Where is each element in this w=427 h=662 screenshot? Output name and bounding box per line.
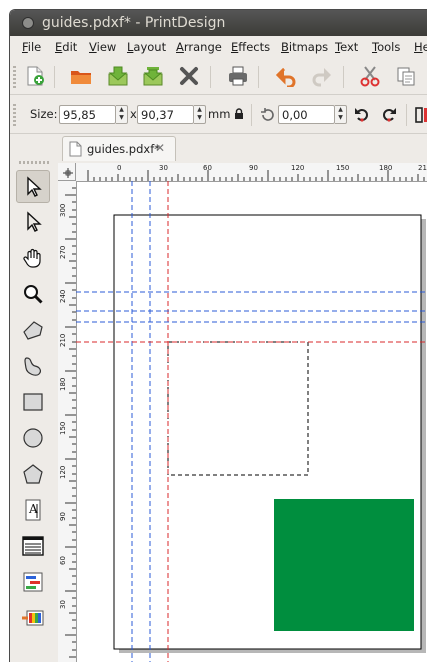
menu-arrange[interactable]: Arrange [176, 40, 222, 54]
ruler-h-label: 150 [336, 164, 350, 172]
width-field[interactable]: 95,85 [59, 105, 116, 124]
polygon-tool-icon[interactable] [16, 457, 50, 490]
ruler-h-label: 0 [117, 164, 122, 172]
ruler-h-label: 180 [379, 164, 393, 172]
ruler-v-label: 300 [59, 203, 67, 217]
close-doc-icon[interactable] [175, 62, 203, 90]
bezier-tool-icon[interactable] [16, 349, 50, 382]
drawing-canvas[interactable] [76, 181, 427, 662]
menu-effects[interactable]: Effects [231, 40, 270, 54]
menu-bar: File Edit View Layout Arrange Effects Bi… [10, 36, 427, 58]
green-rectangle[interactable] [274, 499, 414, 631]
pan-tool-icon[interactable] [16, 241, 50, 274]
toolbar-grip[interactable] [13, 66, 16, 88]
menu-tools[interactable]: Tools [372, 40, 400, 54]
fill-tool-icon[interactable] [16, 601, 50, 634]
tab-guides-document[interactable]: guides.pdxf* ✕ [62, 136, 176, 161]
ruler-v-label: 180 [59, 377, 67, 391]
tool-palette: A [10, 159, 58, 662]
undo-icon[interactable] [273, 62, 301, 90]
ruler-h-label: 60 [203, 164, 212, 172]
menu-bitmaps[interactable]: Bitmaps [281, 40, 328, 54]
size-label: Size: [30, 107, 58, 121]
gradient-tool-icon[interactable] [16, 565, 50, 598]
redo-icon[interactable] [307, 62, 335, 90]
ruler-h-label: 30 [159, 164, 168, 172]
rotate-angle-icon [260, 107, 276, 126]
width-spinner[interactable]: ▲ ▼ [116, 105, 128, 124]
text-tool-icon[interactable]: A [16, 493, 50, 526]
tab-label: guides.pdxf* [87, 142, 161, 156]
ellipse-tool-icon[interactable] [16, 421, 50, 454]
ruler-v-label: 120 [59, 465, 67, 479]
propbar-grip[interactable] [13, 104, 16, 126]
copy-icon[interactable] [392, 62, 420, 90]
rotate-right-icon[interactable] [380, 106, 398, 127]
ruler-corner[interactable] [58, 163, 76, 181]
close-tab-icon[interactable]: ✕ [155, 141, 165, 155]
ruler-v-label: 90 [59, 512, 67, 521]
node-tool-icon[interactable] [16, 205, 50, 238]
menu-edit[interactable]: Edit [55, 40, 77, 54]
open-folder-icon[interactable] [67, 62, 95, 90]
property-bar: Size: 95,85 ▲ ▼ x 90,37 ▲ ▼ mm 0,00 ▲ ▼ [10, 95, 427, 134]
rectangle-tool-icon[interactable] [16, 385, 50, 418]
ruler-v-label: 210 [59, 333, 67, 347]
title-bar: guides.pdxf* - PrintDesign [10, 10, 427, 36]
document-tab-strip: guides.pdxf* ✕ [58, 135, 427, 163]
ruler-v-label: 150 [59, 421, 67, 435]
document-icon [69, 141, 82, 160]
ruler-v-label: 60 [59, 556, 67, 565]
ruler-h-label: 90 [249, 164, 258, 172]
main-toolbar [10, 58, 427, 95]
menu-help[interactable]: Help [414, 40, 427, 54]
save-as-icon[interactable] [139, 62, 167, 90]
table-tool-icon[interactable] [16, 529, 50, 562]
lock-icon[interactable] [234, 108, 244, 123]
print-icon[interactable] [224, 62, 252, 90]
height-spinner[interactable]: ▲ ▼ [194, 105, 206, 124]
times-label: x [130, 107, 137, 121]
new-document-icon[interactable] [21, 62, 49, 90]
ruler-v-label: 270 [59, 245, 67, 259]
mirror-horizontal-icon[interactable] [415, 106, 427, 127]
height-field[interactable]: 90,37 [137, 105, 194, 124]
ruler-v-label: 240 [59, 289, 67, 303]
canvas-area[interactable]: 0 30 60 90 120 150 180 210 300 270 240 2… [58, 163, 427, 662]
window-title: guides.pdxf* - PrintDesign [42, 15, 226, 31]
ruler-h-label: 210 [418, 164, 427, 172]
window-menu-icon[interactable] [22, 17, 34, 29]
ruler-h-label: 120 [291, 164, 305, 172]
angle-spinner[interactable]: ▲ ▼ [335, 105, 347, 124]
cut-icon[interactable] [356, 62, 384, 90]
app-window: guides.pdxf* - PrintDesign File Edit Vie… [9, 9, 427, 662]
unit-label: mm [208, 107, 231, 121]
polyline-tool-icon[interactable] [16, 313, 50, 346]
ruler-v-label: 30 [59, 600, 67, 609]
menu-file[interactable]: File [22, 40, 41, 54]
menu-layout[interactable]: Layout [127, 40, 166, 54]
selection-tool-icon[interactable] [16, 170, 50, 203]
menu-text[interactable]: Text [335, 40, 358, 54]
vertical-ruler[interactable]: 300 270 240 210 180 150 120 90 60 30 [58, 181, 77, 662]
menu-view[interactable]: View [89, 40, 116, 54]
save-icon[interactable] [104, 62, 132, 90]
angle-field[interactable]: 0,00 [278, 105, 335, 124]
rotate-left-icon[interactable] [353, 106, 371, 127]
horizontal-ruler[interactable]: 0 30 60 90 120 150 180 210 [76, 163, 427, 182]
zoom-tool-icon[interactable] [16, 277, 50, 310]
